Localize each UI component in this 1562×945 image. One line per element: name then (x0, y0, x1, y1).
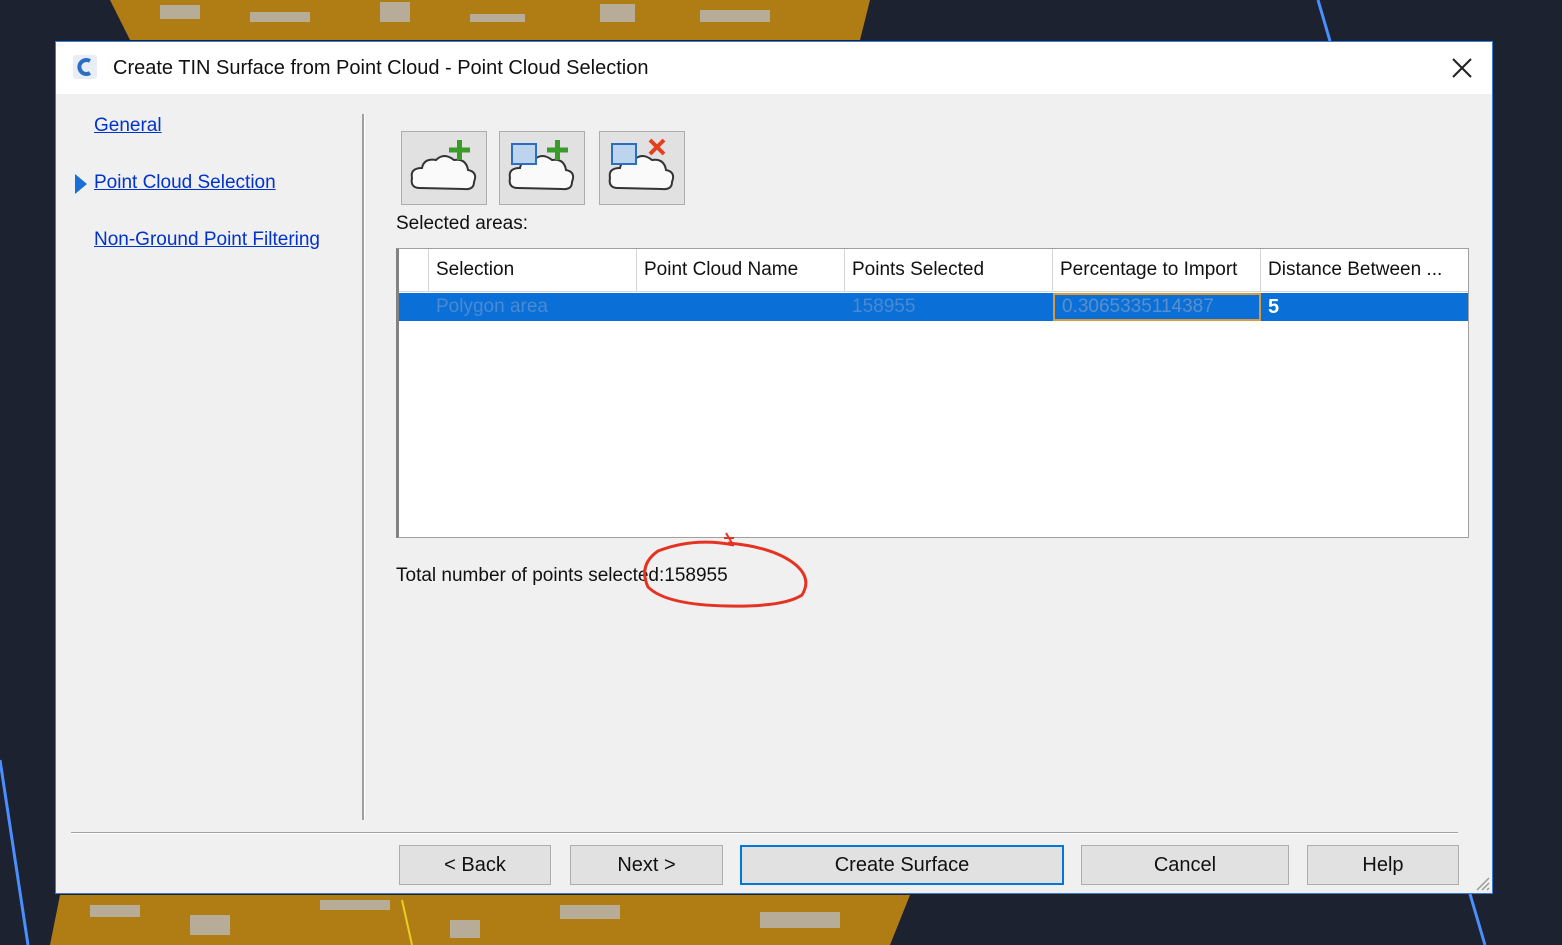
nav-separator (362, 114, 365, 820)
next-button[interactable]: Next > (570, 845, 723, 885)
table-row[interactable]: Polygon area 158955 0.3065335114387 5 (399, 293, 1468, 321)
column-header-point-cloud-name[interactable]: Point Cloud Name (637, 249, 845, 291)
selected-areas-grid[interactable]: Selection Point Cloud Name Points Select… (396, 248, 1469, 538)
create-tin-surface-dialog: Create TIN Surface from Point Cloud - Po… (55, 41, 1493, 894)
close-icon[interactable] (1446, 52, 1478, 84)
remove-area-icon (608, 138, 675, 191)
column-header-points-selected[interactable]: Points Selected (845, 249, 1053, 291)
resize-grip-icon[interactable] (1472, 873, 1490, 891)
dialog-title: Create TIN Surface from Point Cloud - Po… (113, 57, 649, 79)
add-polygon-area-button[interactable] (499, 131, 585, 205)
bottom-separator (71, 832, 1458, 834)
create-surface-button[interactable]: Create Surface (740, 845, 1064, 885)
add-polygon-area-icon (508, 140, 575, 191)
cell-points-selected[interactable]: 158955 (845, 293, 1053, 321)
grid-header: Selection Point Cloud Name Points Select… (399, 249, 1468, 292)
cell-percentage[interactable]: 0.3065335114387 (1053, 293, 1261, 321)
cell-distance[interactable]: 5 (1261, 293, 1467, 321)
civil3d-app-icon (73, 55, 97, 79)
column-header-percentage[interactable]: Percentage to Import (1053, 249, 1261, 291)
remove-area-button[interactable] (599, 131, 685, 205)
column-header-selection[interactable]: Selection (429, 249, 637, 291)
cell-selection[interactable]: Polygon area (429, 293, 637, 321)
nav-link-non-ground-filtering[interactable]: Non-Ground Point Filtering (94, 229, 320, 251)
add-point-cloud-button[interactable] (401, 131, 487, 205)
nav-link-point-cloud-selection[interactable]: Point Cloud Selection (94, 172, 276, 194)
selected-areas-label: Selected areas: (396, 213, 529, 234)
nav-link-general[interactable]: General (94, 115, 162, 137)
add-point-cloud-icon (410, 140, 477, 191)
help-button[interactable]: Help (1307, 845, 1459, 885)
row-header-cell (399, 249, 429, 291)
title-bar[interactable]: Create TIN Surface from Point Cloud - Po… (56, 42, 1492, 94)
current-step-arrow-icon (75, 174, 87, 194)
cell-point-cloud-name[interactable] (637, 293, 845, 321)
cancel-button[interactable]: Cancel (1081, 845, 1289, 885)
back-button[interactable]: < Back (399, 845, 551, 885)
column-header-distance[interactable]: Distance Between ... (1261, 249, 1467, 291)
red-circle-annotation (643, 532, 808, 608)
